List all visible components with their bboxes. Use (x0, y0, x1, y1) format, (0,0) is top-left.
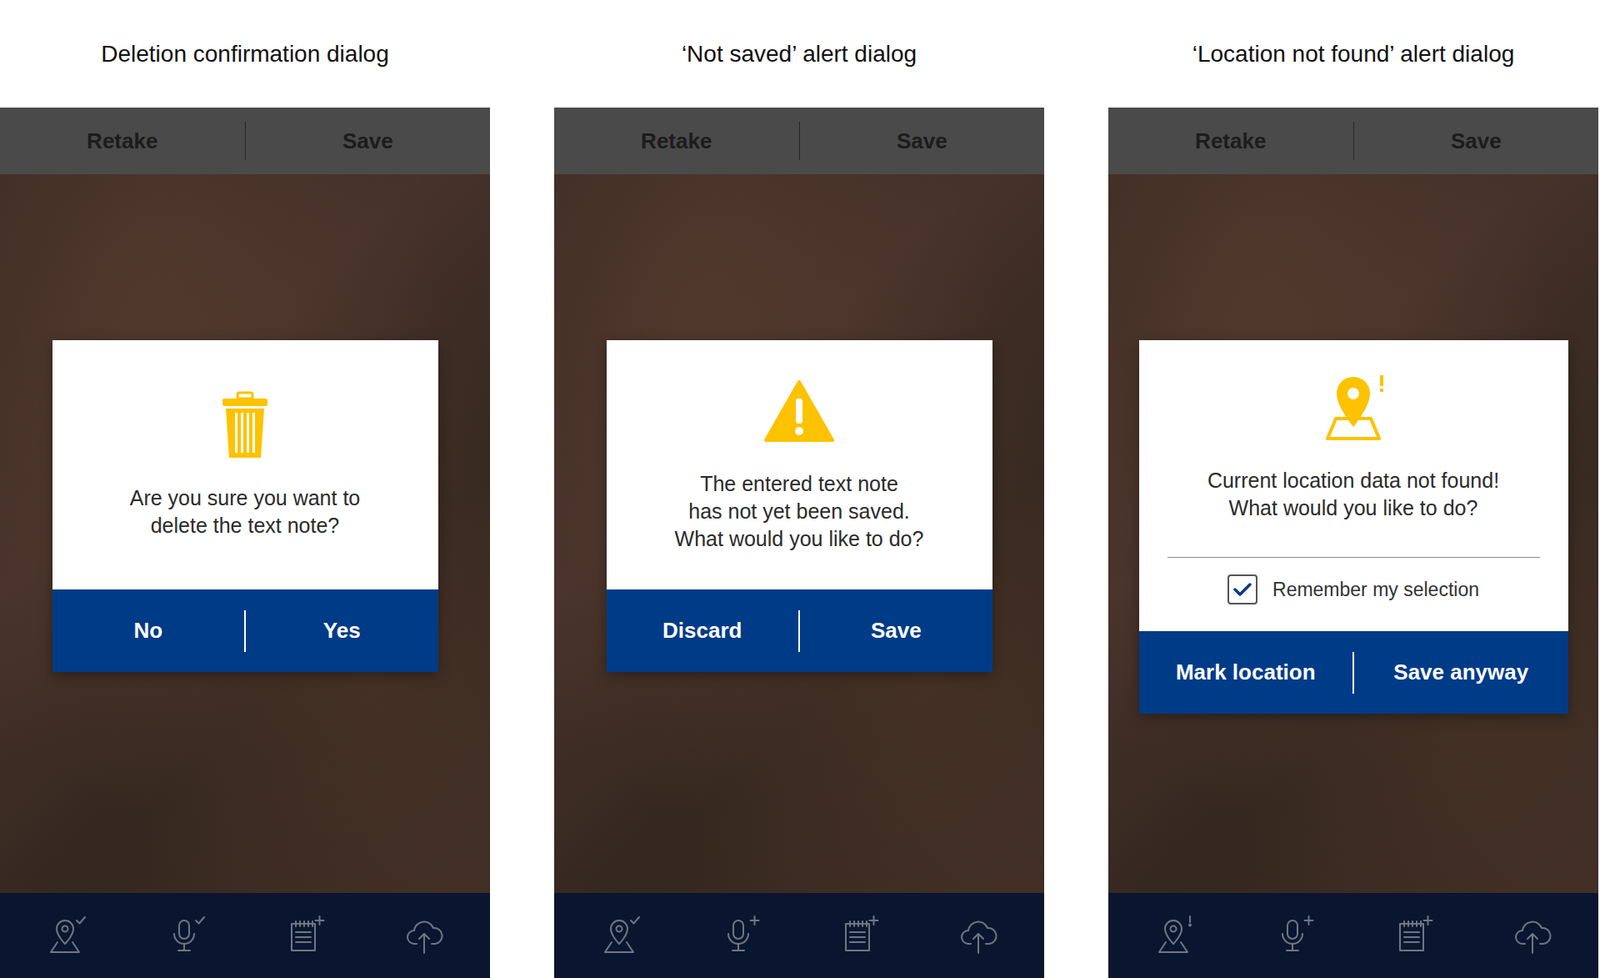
cloud-upload-icon (1512, 915, 1553, 955)
bottom-nav (554, 892, 1045, 978)
nav-button[interactable] (41, 910, 92, 960)
nav-button[interactable] (953, 910, 1004, 960)
retake-button[interactable]: Retake (1108, 123, 1354, 160)
photo-preview: Are you sure you want todelete the text … (0, 174, 490, 893)
screen-column: Deletion confirmation dialogRetakeSaveAr… (0, 0, 490, 978)
microphone-icon (720, 915, 760, 955)
dialog-message: The entered text notehas not yet been sa… (675, 470, 925, 553)
nav-button[interactable] (1507, 910, 1558, 960)
nav-button[interactable] (595, 910, 646, 960)
nav-button[interactable] (1150, 910, 1200, 960)
dialog-message: Are you sure you want todelete the text … (130, 484, 361, 540)
dialog-icon-box (1315, 373, 1391, 442)
message-line: What would you like to do? (675, 525, 925, 553)
message-line: Are you sure you want to (130, 484, 361, 512)
nav-button[interactable] (399, 910, 450, 960)
message-line: What would you like to do? (1207, 494, 1500, 522)
microphone-icon (1274, 915, 1315, 955)
alert-dialog: Are you sure you want todelete the text … (52, 340, 439, 672)
location-alert-icon (1315, 373, 1391, 442)
cloud-upload-icon (958, 915, 999, 955)
top-toolbar: RetakeSave (1108, 107, 1599, 175)
location-pin-icon (600, 915, 641, 955)
dialog-body: The entered text notehas not yet been sa… (606, 340, 993, 590)
top-toolbar: RetakeSave (0, 107, 490, 175)
dialog-secondary-button[interactable]: Discard (606, 610, 800, 650)
save-button[interactable]: Save (800, 123, 1045, 160)
notepad-icon (285, 915, 325, 955)
bottom-nav (1108, 892, 1599, 978)
nav-button[interactable] (280, 910, 330, 960)
screen-caption: ‘Location not found’ alert dialog (1108, 0, 1599, 108)
dialog-primary-button[interactable]: Save anyway (1354, 652, 1569, 692)
dialog-showcase: Deletion confirmation dialogRetakeSaveAr… (0, 0, 1600, 978)
message-line: has not yet been saved. (675, 497, 925, 525)
photo-preview: The entered text notehas not yet been sa… (554, 174, 1045, 893)
screen-column: ‘Not saved’ alert dialogRetakeSaveThe en… (554, 0, 1045, 978)
save-button[interactable]: Save (245, 123, 491, 160)
retake-button[interactable]: Retake (0, 123, 245, 160)
nav-button[interactable] (1269, 910, 1320, 960)
remember-option[interactable]: Remember my selection (1227, 557, 1480, 621)
screen-caption: ‘Not saved’ alert dialog (554, 0, 1045, 108)
check-icon (1233, 581, 1252, 597)
dialog-icon-box (763, 376, 835, 445)
dialog-icon-box (220, 390, 270, 460)
location-pin-icon (1155, 915, 1195, 955)
alert-dialog: Current location data not found!What wou… (1139, 340, 1569, 714)
dialog-body: Current location data not found!What wou… (1139, 340, 1569, 631)
message-line: The entered text note (675, 470, 925, 498)
nav-button[interactable] (715, 910, 765, 960)
phone-screen: RetakeSave Are you sure you want todelete… (0, 107, 490, 978)
dialog-secondary-button[interactable]: Mark location (1139, 652, 1354, 692)
dialog-button-bar: DiscardSave (606, 589, 993, 672)
notepad-icon (839, 915, 880, 955)
phone-screen: RetakeSave Current location data not foun… (1108, 107, 1599, 978)
location-pin-icon (46, 915, 87, 955)
dialog-button-bar: NoYes (52, 589, 439, 672)
message-line: delete the text note? (130, 511, 361, 540)
microphone-icon (165, 915, 206, 955)
message-line: Current location data not found! (1207, 466, 1500, 495)
phone-screen: RetakeSaveThe entered text notehas not y… (554, 107, 1045, 978)
save-button[interactable]: Save (1354, 123, 1600, 160)
notepad-icon (1393, 915, 1434, 955)
top-toolbar: RetakeSave (554, 107, 1045, 175)
option-label: Remember my selection (1272, 578, 1480, 601)
alert-dialog: The entered text notehas not yet been sa… (606, 340, 993, 672)
remember-checkbox[interactable] (1227, 574, 1258, 605)
dialog-primary-button[interactable]: Yes (245, 610, 439, 650)
bottom-nav (0, 892, 490, 978)
dialog-body: Are you sure you want todelete the text … (52, 340, 439, 590)
retake-button[interactable]: Retake (554, 123, 800, 160)
warning-icon (763, 378, 835, 444)
screen-caption: Deletion confirmation dialog (0, 0, 490, 108)
dialog-button-bar: Mark locationSave anyway (1139, 630, 1569, 714)
dialog-primary-button[interactable]: Save (800, 610, 993, 650)
photo-preview: Current location data not found!What wou… (1108, 174, 1599, 893)
nav-button[interactable] (1388, 910, 1439, 960)
dialog-message: Current location data not found!What wou… (1207, 466, 1500, 522)
screen-column: ‘Location not found’ alert dialogRetakeS… (1108, 0, 1599, 978)
nav-button[interactable] (160, 910, 211, 960)
trash-icon (220, 390, 270, 460)
nav-button[interactable] (834, 910, 885, 960)
dialog-secondary-button[interactable]: No (52, 610, 245, 650)
cloud-upload-icon (404, 915, 445, 955)
option-divider (1167, 556, 1540, 558)
